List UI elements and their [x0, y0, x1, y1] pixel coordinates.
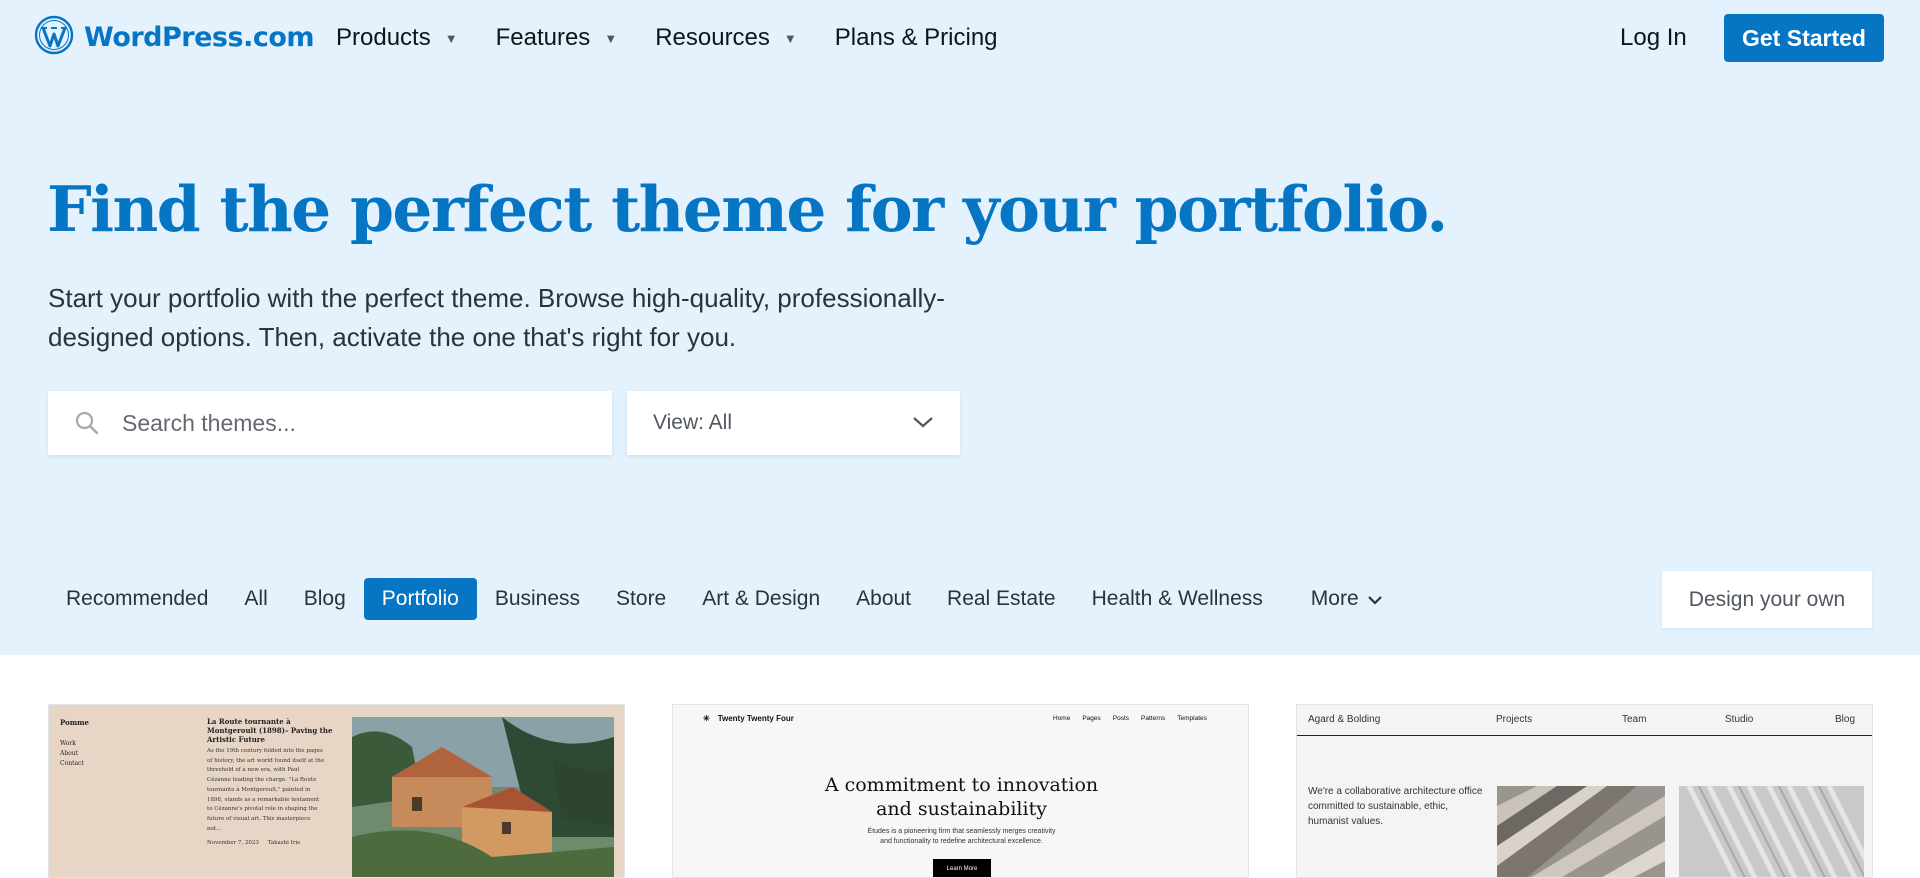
architecture-image: [1497, 786, 1665, 877]
get-started-button[interactable]: Get Started: [1724, 14, 1884, 62]
theme-card-agard-bolding[interactable]: Agard & Bolding Projects Team Studio Blo…: [1296, 704, 1873, 878]
nav-resources[interactable]: Resources ▼: [655, 24, 797, 52]
subtitle-line-2: designed options. Then, activate the one…: [48, 322, 737, 352]
nav-features-label: Features: [495, 24, 591, 51]
view-select[interactable]: View: All: [627, 391, 960, 455]
card2-nav: Home Pages Posts Patterns Templates: [1053, 715, 1207, 722]
caret-down-icon: ▼: [783, 30, 797, 46]
nav-products-label: Products: [336, 24, 431, 51]
card3-nav-item: Blog: [1835, 714, 1856, 725]
card1-menu-item: Work: [60, 740, 76, 747]
card1-body: As the 19th century folded into the page…: [207, 748, 325, 832]
nav-features[interactable]: Features ▼: [496, 24, 618, 52]
asterisk-icon: ✳: [703, 714, 710, 723]
card2-headline-line2: and sustainability: [876, 798, 1047, 820]
chevron-down-icon: [1367, 587, 1383, 611]
card3-nav: Agard & Bolding Projects Team Studio Blo…: [1297, 705, 1872, 736]
design-your-own-button[interactable]: Design your own: [1662, 571, 1872, 628]
card1-menu-item: About: [60, 750, 79, 757]
search-input[interactable]: [122, 409, 582, 437]
card3-nav-item: Team: [1622, 714, 1647, 725]
caret-down-icon: ▼: [444, 30, 458, 46]
category-all[interactable]: All: [226, 578, 285, 620]
theme-card-twenty-twenty-four[interactable]: ✳ Twenty Twenty Four Home Pages Posts Pa…: [672, 704, 1249, 878]
card1-brand: Pomme: [60, 718, 90, 727]
theme-search: [48, 391, 612, 455]
card1-menu: Work About Contact: [60, 739, 84, 769]
card3-brand: Agard & Bolding: [1308, 714, 1381, 725]
page-subtitle: Start your portfolio with the perfect th…: [48, 279, 1048, 357]
wordpress-logo[interactable]: WordPress.com: [34, 15, 315, 60]
card2-headline: A commitment to innovation and sustainab…: [673, 773, 1248, 821]
search-icon: [74, 410, 118, 436]
top-navigation: WordPress.com Products ▼ Features ▼ Reso…: [0, 0, 1920, 78]
category-real-estate[interactable]: Real Estate: [929, 578, 1074, 620]
category-health-wellness[interactable]: Health & Wellness: [1074, 578, 1281, 620]
category-art-design[interactable]: Art & Design: [684, 578, 838, 620]
category-portfolio[interactable]: Portfolio: [363, 578, 477, 620]
card3-nav-item: Projects: [1496, 714, 1533, 725]
category-blog[interactable]: Blog: [286, 578, 364, 620]
card2-nav-item: Pages: [1082, 715, 1101, 722]
card1-author: Takashi Irie: [267, 840, 301, 846]
architecture-image: [1679, 786, 1864, 877]
category-about[interactable]: About: [838, 578, 929, 620]
category-more[interactable]: More: [1293, 578, 1401, 620]
view-select-value: View: All: [653, 411, 732, 434]
card3-text: We're a collaborative architecture offic…: [1308, 786, 1483, 827]
card2-sub-line2: and functionality to redefine architectu…: [880, 838, 1043, 845]
card2-brand-text: Twenty Twenty Four: [717, 714, 794, 723]
nav-resources-label: Resources: [655, 24, 770, 51]
card1-headline: La Route tournante à Montgeroult (1898)–…: [207, 717, 333, 744]
painting-image: [352, 717, 614, 877]
caret-down-icon: ▼: [604, 30, 618, 46]
card2-headline-line1: A commitment to innovation: [824, 774, 1099, 796]
card2-brand: ✳ Twenty Twenty Four: [703, 714, 794, 723]
nav-products[interactable]: Products ▼: [336, 24, 458, 52]
login-link[interactable]: Log In: [1620, 24, 1687, 52]
card2-nav-item: Home: [1053, 715, 1071, 722]
card2-nav-item: Patterns: [1141, 715, 1166, 722]
category-filters: Recommended All Blog Portfolio Business …: [48, 578, 1401, 620]
card1-date: November 7, 2023: [207, 840, 259, 846]
page-title: Find the perfect theme for your portfoli…: [47, 172, 1448, 246]
card2-learn-more-button: Learn More: [933, 859, 991, 877]
chevron-down-icon: [912, 411, 934, 435]
main-nav: Products ▼ Features ▼ Resources ▼ Plans …: [336, 24, 1036, 52]
card3-nav-item: Studio: [1725, 714, 1754, 725]
card2-subtext: Études is a pioneering firm that seamles…: [673, 827, 1248, 847]
category-business[interactable]: Business: [477, 578, 598, 620]
card1-meta: November 7, 2023 Takashi Irie: [207, 840, 300, 846]
nav-plans-pricing[interactable]: Plans & Pricing: [835, 24, 998, 52]
card2-nav-item: Templates: [1177, 715, 1207, 722]
category-store[interactable]: Store: [598, 578, 684, 620]
card1-menu-item: Contact: [60, 760, 84, 767]
theme-card-pomme[interactable]: Pomme Work About Contact La Route tourna…: [48, 704, 625, 878]
more-label: More: [1310, 587, 1359, 610]
nav-plans-pricing-label: Plans & Pricing: [834, 24, 998, 51]
subtitle-line-1: Start your portfolio with the perfect th…: [48, 283, 945, 313]
card2-sub-line1: Études is a pioneering firm that seamles…: [867, 828, 1056, 835]
wordpress-logo-icon: [34, 15, 74, 60]
logo-text: WordPress.com: [84, 22, 315, 53]
card2-nav-item: Posts: [1112, 715, 1130, 722]
category-recommended[interactable]: Recommended: [48, 578, 226, 620]
